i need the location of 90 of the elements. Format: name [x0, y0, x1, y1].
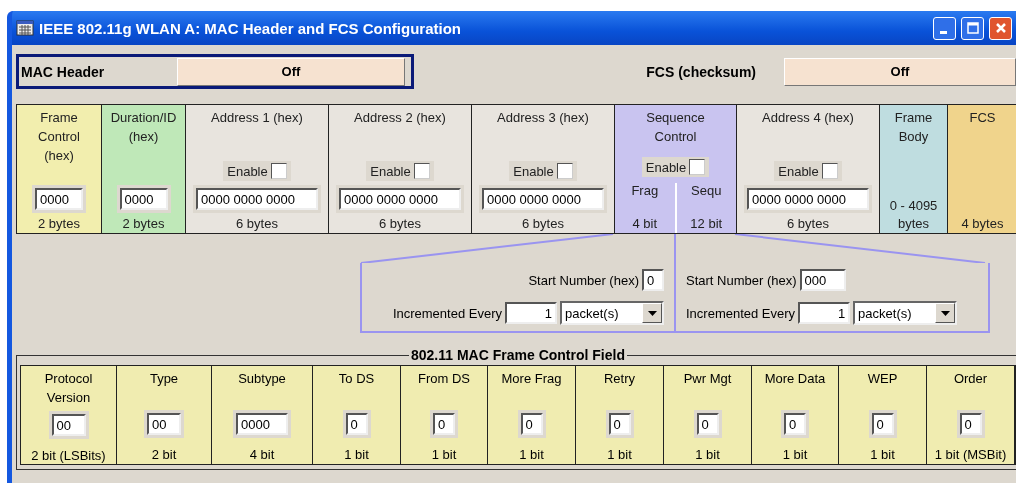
mac-header-toggle[interactable]: Off	[177, 57, 405, 86]
size-label: 4 bytes	[961, 215, 1004, 233]
size-label: 2 bytes	[38, 215, 80, 233]
minimize-button[interactable]	[933, 16, 956, 40]
column-title: Subtype	[238, 370, 286, 388]
size-label: 0 - 4095 bytes	[888, 197, 939, 233]
size-label: 1 bit	[870, 446, 895, 464]
mac-header-label: MAC Header	[20, 63, 106, 80]
fcs-label: FCS (checksum)	[646, 63, 756, 80]
caret-icon	[647, 310, 657, 316]
subfield-label: Sequ	[691, 183, 722, 198]
start-number-input[interactable]: 0	[642, 269, 664, 291]
column-title: Address 2 (hex)	[354, 109, 446, 127]
maximize-button[interactable]	[961, 16, 984, 40]
minimize-icon	[939, 30, 947, 34]
address-input[interactable]: 0000 0000 0000	[747, 188, 869, 210]
enable-checkbox[interactable]: Enable	[366, 161, 434, 181]
caret-icon	[940, 310, 950, 316]
maximize-icon	[966, 22, 979, 34]
bit-input[interactable]: 00	[147, 413, 181, 435]
size-label: 4 bit	[632, 215, 658, 233]
column-title: WEP	[867, 370, 898, 388]
increment-input[interactable]: 1	[505, 302, 557, 324]
increment-input[interactable]: 1	[798, 302, 851, 324]
size-label: 6 bytes	[379, 215, 421, 233]
bit-input[interactable]: 0	[696, 413, 719, 435]
bit-input[interactable]: 0	[959, 413, 982, 435]
close-button[interactable]	[989, 16, 1012, 40]
bit-input[interactable]: 0	[784, 413, 806, 435]
size-label: 1 bit	[782, 446, 808, 464]
column-title: FCS	[969, 109, 996, 127]
window-title: IEEE 802.11g WLAN A: MAC Header and FCS Configuration	[39, 19, 462, 37]
column-title: From DS	[418, 370, 470, 388]
column-title: To DS	[338, 370, 375, 388]
column-title: Duration/ID (hex)	[110, 109, 177, 146]
bit-input[interactable]: 0	[345, 413, 368, 435]
start-number-label: Start Number (hex)	[686, 272, 797, 288]
enable-checkbox[interactable]: Enable	[641, 157, 710, 177]
size-label: 12 bit	[690, 215, 723, 233]
size-label: 2 bit (LSBits)	[31, 447, 106, 465]
size-label: 1 bit	[607, 446, 632, 464]
column-title: More Frag	[501, 370, 562, 388]
column-title: Frame Control (hex)	[38, 109, 80, 165]
size-label: 1 bit	[695, 446, 720, 464]
column-title: Protocol Version	[43, 370, 94, 407]
enable-checkbox[interactable]: Enable	[223, 161, 291, 181]
unit-dropdown[interactable]: packet(s)	[853, 301, 958, 325]
column-title: Pwr Mgt	[683, 370, 732, 388]
enable-checkbox[interactable]: Enable	[774, 161, 842, 181]
size-label: 6 bytes	[236, 215, 278, 233]
bit-input[interactable]: 0	[433, 413, 455, 435]
column-title: Order	[953, 370, 988, 388]
close-icon	[994, 22, 1007, 34]
bit-input[interactable]: 0	[520, 413, 543, 435]
column-title: Address 3 (hex)	[497, 109, 589, 127]
increment-label: Incremented Every	[686, 305, 796, 321]
app-icon	[16, 20, 34, 36]
start-number-label: Start Number (hex)	[528, 272, 639, 288]
column-title: Frame Body	[894, 109, 933, 146]
column-title: Sequence Control	[646, 109, 705, 146]
size-label: 2 bit	[151, 446, 177, 464]
increment-label: Incremented Every	[392, 305, 502, 321]
start-number-input[interactable]: 000	[799, 269, 846, 291]
bit-input[interactable]: 0	[608, 413, 631, 435]
subfield-label: Frag	[631, 183, 659, 198]
column-title: More Data	[764, 370, 826, 388]
column-title: Type	[149, 370, 179, 388]
hex-input[interactable]: 0000	[35, 188, 83, 210]
size-label: 1 bit	[431, 446, 457, 464]
bit-input[interactable]: 00	[51, 414, 86, 436]
address-input[interactable]: 0000 0000 0000	[196, 188, 318, 210]
column-title: Address 1 (hex)	[211, 109, 303, 127]
bit-input[interactable]: 0000	[236, 413, 288, 435]
hex-input[interactable]: 0000	[119, 188, 168, 210]
fcs-toggle[interactable]: Off	[784, 57, 1016, 86]
size-label: 1 bit	[344, 446, 369, 464]
address-input[interactable]: 0000 0000 0000	[482, 188, 604, 210]
column-title: Address 4 (hex)	[762, 109, 854, 127]
size-label: 6 bytes	[522, 215, 564, 233]
unit-dropdown[interactable]: packet(s)	[560, 301, 664, 325]
bit-input[interactable]: 0	[871, 413, 894, 435]
enable-checkbox[interactable]: Enable	[509, 161, 577, 181]
size-label: 1 bit (MSBit)	[934, 446, 1007, 464]
size-label: 1 bit	[519, 446, 544, 464]
address-input[interactable]: 0000 0000 0000	[339, 188, 461, 210]
size-label: 4 bit	[249, 446, 275, 464]
group-title: 802.11 MAC Frame Control Field	[409, 347, 627, 363]
size-label: 6 bytes	[787, 215, 829, 233]
size-label: 2 bytes	[122, 215, 165, 233]
column-title: Retry	[603, 370, 636, 388]
